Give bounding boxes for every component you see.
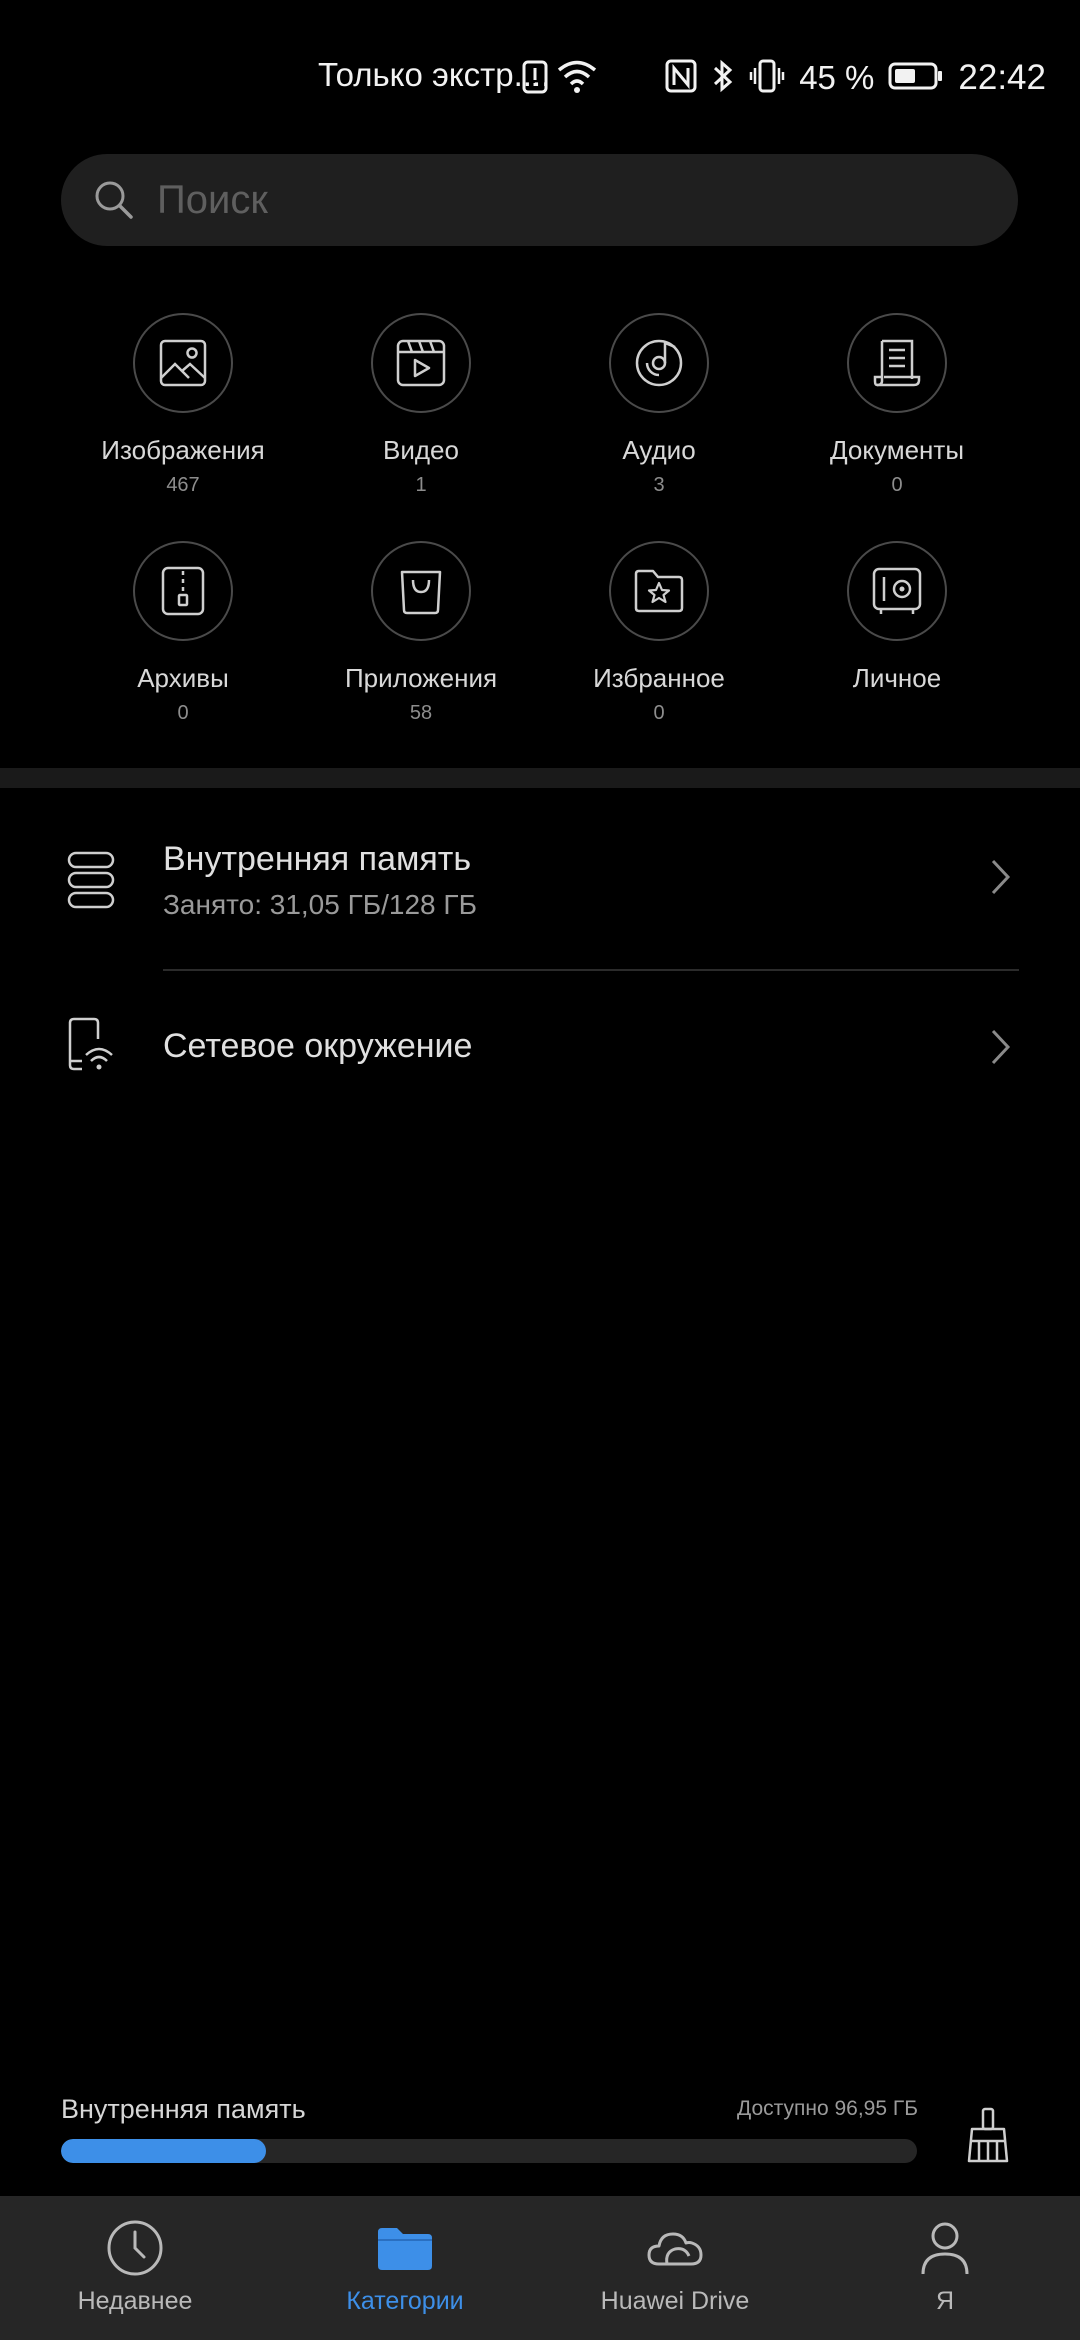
document-icon (847, 313, 947, 413)
category-label: Изображения (101, 435, 265, 465)
bottom-tab-bar: Недавнее Категории Huawei Drive Я (0, 2196, 1080, 2340)
network-title: Сетевое окружение (163, 1027, 473, 1065)
category-count: 0 (891, 474, 903, 496)
category-count: 0 (653, 702, 665, 724)
vibrate-icon (749, 58, 785, 99)
audio-icon (609, 313, 709, 413)
category-documents[interactable]: Документы 0 (787, 313, 1007, 497)
row-divider (163, 969, 1019, 971)
memory-label: Внутренняя память (61, 2094, 306, 2124)
category-count: 0 (177, 702, 189, 724)
category-label: Личное (852, 663, 942, 693)
memory-available: Доступно 96,95 ГБ (736, 2097, 918, 2120)
tab-label: Недавнее (77, 2287, 193, 2315)
category-count: 58 (409, 702, 433, 724)
status-bar: Только экстр.... 45 % 22:42 (0, 0, 1080, 160)
chevron-right-icon (990, 1028, 1012, 1071)
category-label: Видео (383, 435, 459, 465)
storage-stack-icon (66, 850, 116, 915)
video-icon (371, 313, 471, 413)
search-input[interactable] (155, 176, 939, 224)
search-bar[interactable] (61, 154, 1018, 246)
tab-label: Huawei Drive (600, 2287, 750, 2315)
network-row[interactable]: Сетевое окружение (0, 1005, 1080, 1105)
battery-percent: 45 % (799, 59, 875, 96)
category-label: Документы (829, 435, 965, 465)
category-private[interactable]: Личное (787, 541, 1007, 702)
category-favorites[interactable]: Избранное 0 (549, 541, 769, 725)
category-label: Избранное (593, 663, 725, 693)
cleanup-broom-icon[interactable] (962, 2106, 1014, 2169)
section-divider (0, 768, 1080, 788)
favorites-icon (609, 541, 709, 641)
category-images[interactable]: Изображения 467 (73, 313, 293, 497)
category-apps[interactable]: Приложения 58 (311, 541, 531, 725)
category-count: 467 (166, 474, 200, 496)
image-icon (133, 313, 233, 413)
chevron-right-icon (990, 858, 1012, 901)
app-bag-icon (371, 541, 471, 641)
internal-storage-title: Внутренняя память (163, 840, 472, 878)
category-label: Архивы (137, 663, 229, 693)
category-count: 3 (653, 474, 665, 496)
person-icon (810, 2218, 1080, 2283)
phone-wifi-icon (66, 1015, 116, 1080)
internal-storage-usage: Занято: 31,05 ГБ/128 ГБ (163, 889, 477, 920)
alert-icon (522, 60, 548, 99)
status-notice: Только экстр.... (318, 56, 551, 93)
tab-categories[interactable]: Категории (270, 2218, 540, 2316)
memory-progress-bar (61, 2139, 917, 2163)
folder-icon (270, 2218, 540, 2283)
search-icon (93, 179, 135, 221)
tab-label: Категории (346, 2287, 464, 2315)
tab-recent[interactable]: Недавнее (0, 2218, 270, 2316)
clock-time: 22:42 (958, 58, 1046, 97)
category-audio[interactable]: Аудио 3 (549, 313, 769, 497)
archive-icon (133, 541, 233, 641)
memory-progress-fill (61, 2139, 267, 2163)
internal-storage-row[interactable]: Внутренняя память Занято: 31,05 ГБ/128 Г… (0, 830, 1080, 960)
tab-me[interactable]: Я (810, 2218, 1080, 2316)
tab-label: Я (935, 2287, 955, 2315)
clock-icon (0, 2218, 270, 2283)
safe-icon (847, 541, 947, 641)
category-count: 1 (415, 474, 427, 496)
nfc-icon (665, 59, 697, 98)
cloud-icon (540, 2218, 810, 2283)
category-archives[interactable]: Архивы 0 (73, 541, 293, 725)
category-label: Приложения (344, 663, 498, 693)
battery-icon (888, 61, 944, 96)
bluetooth-icon (711, 58, 735, 99)
status-right: 45 % 22:42 (665, 56, 1046, 100)
category-label: Аудио (622, 435, 696, 465)
category-video[interactable]: Видео 1 (311, 313, 531, 497)
tab-huawei-drive[interactable]: Huawei Drive (540, 2218, 810, 2316)
wifi-icon (556, 58, 598, 99)
